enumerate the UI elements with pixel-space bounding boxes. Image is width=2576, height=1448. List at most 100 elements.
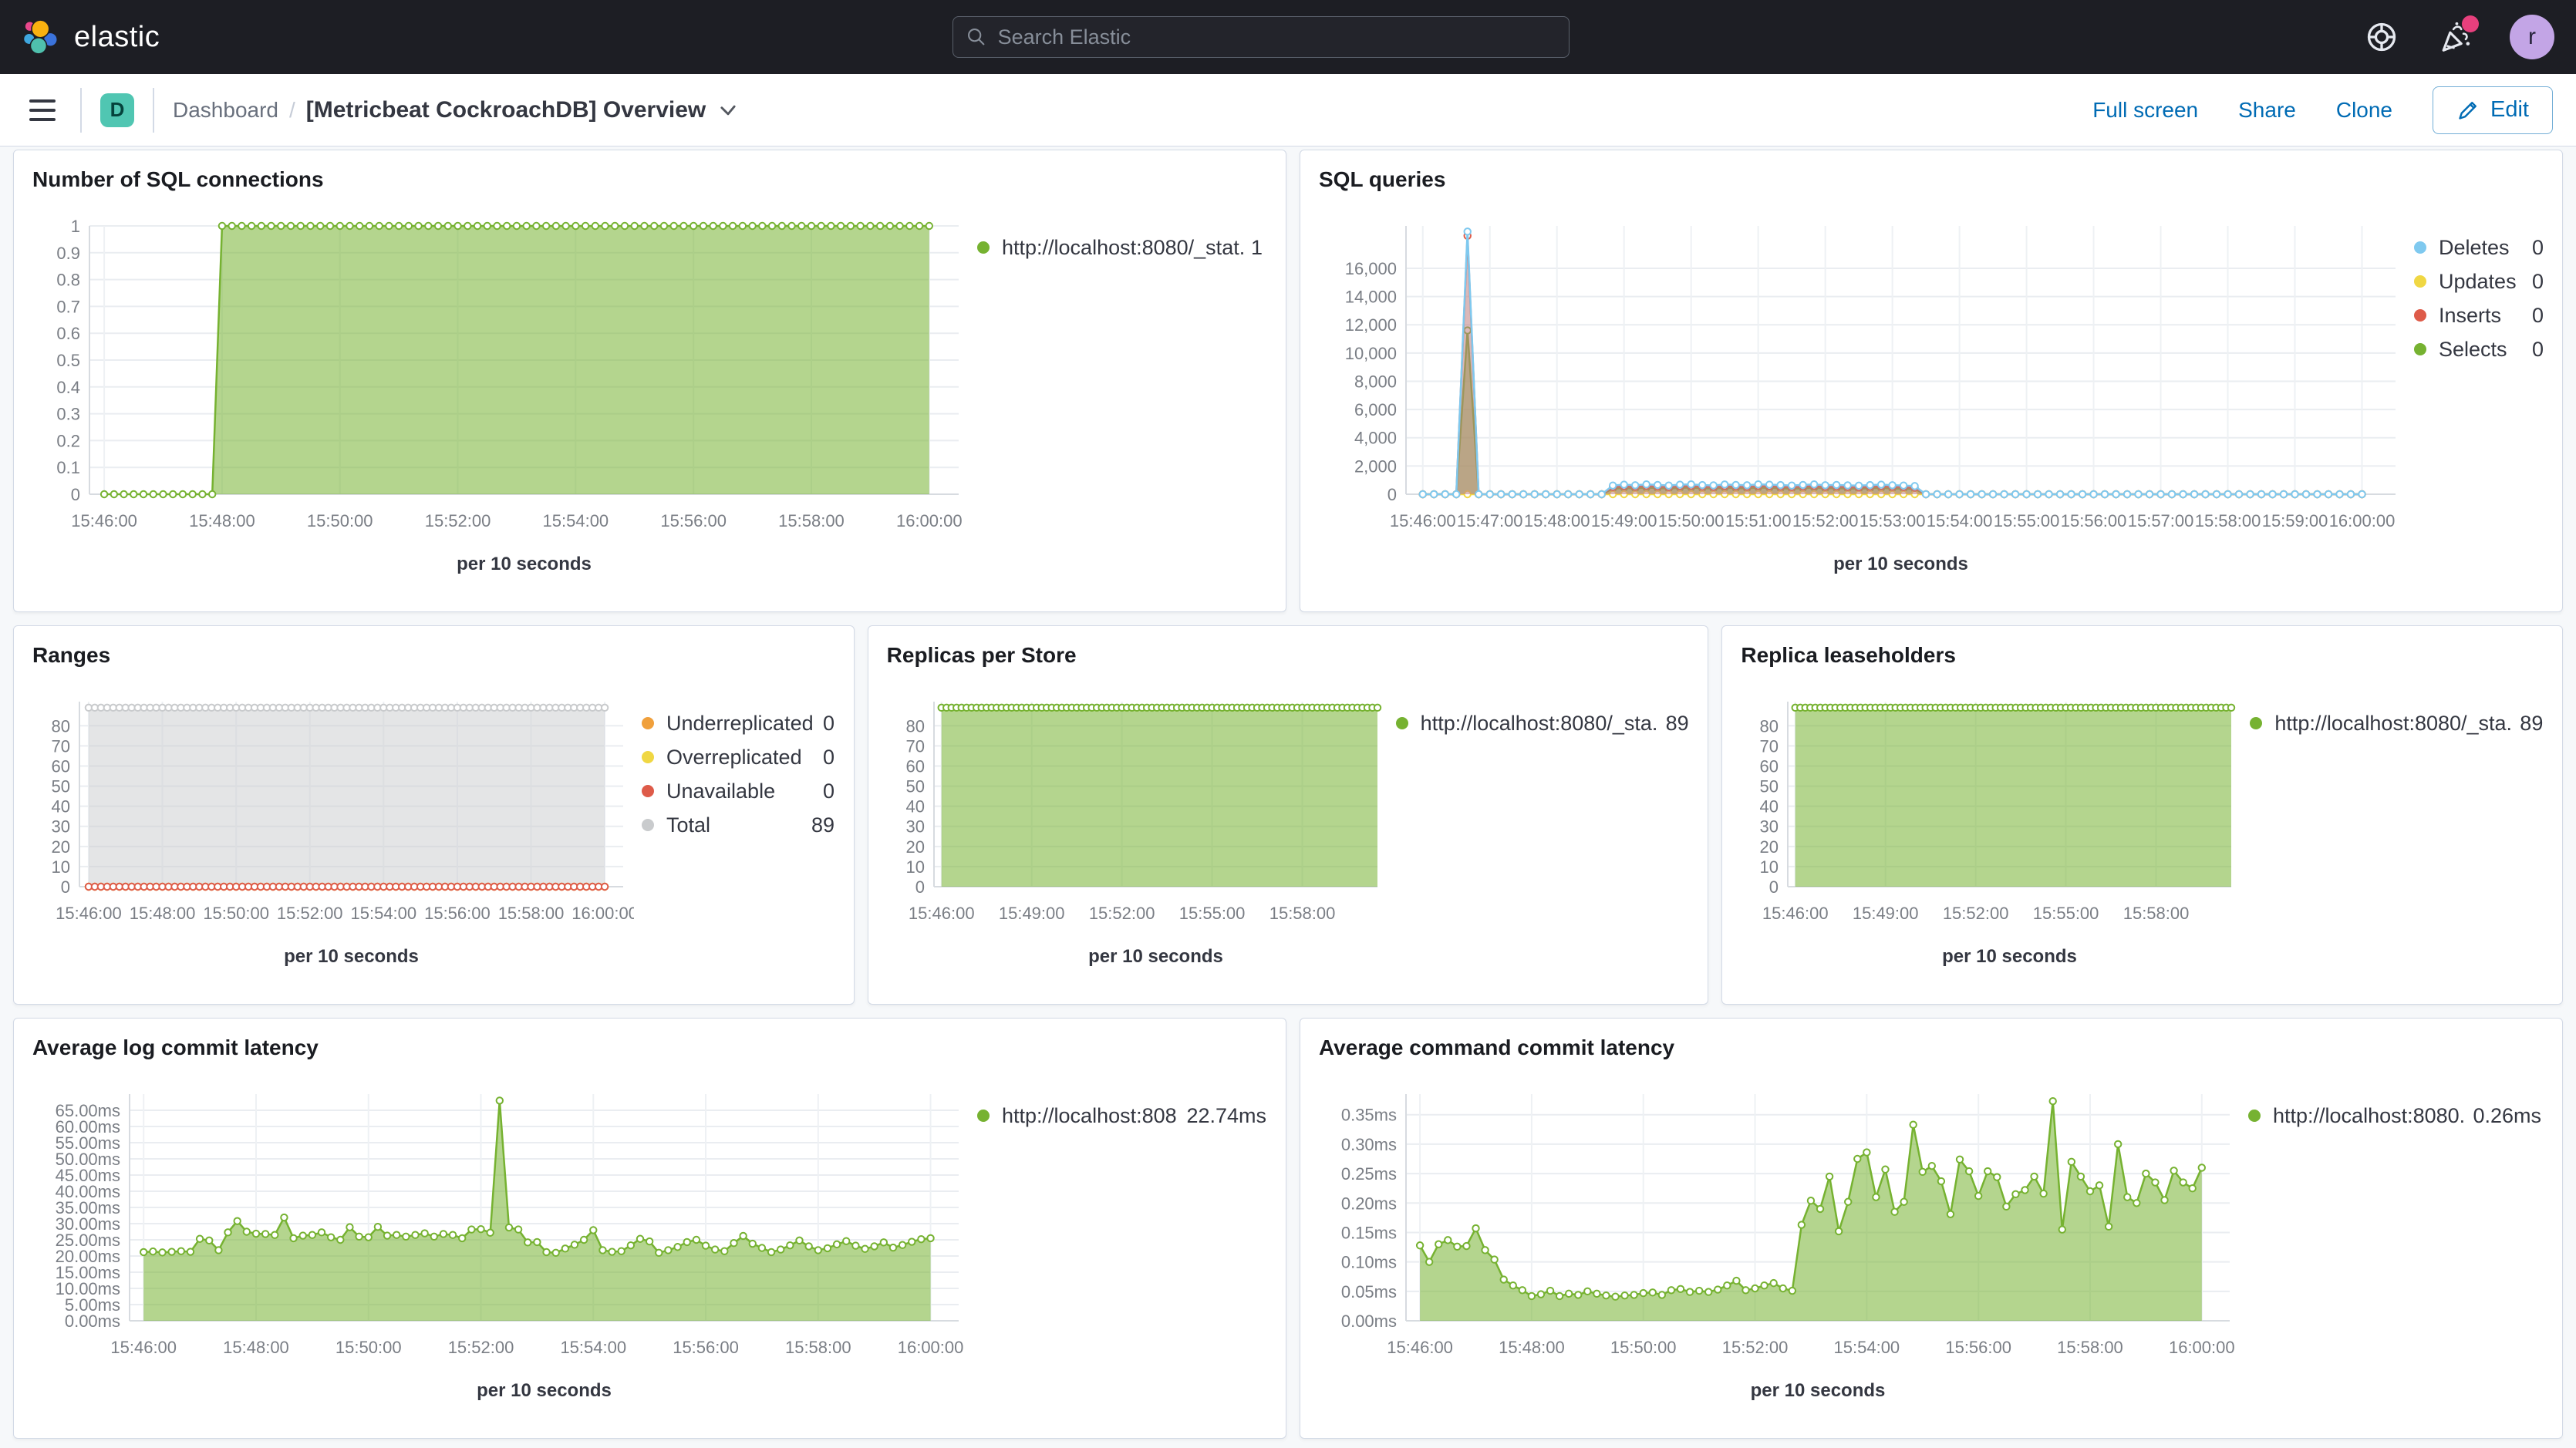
svg-text:15:57:00: 15:57:00 xyxy=(2128,511,2194,530)
svg-text:16:00:00: 16:00:00 xyxy=(2329,511,2396,530)
svg-text:16:00:00: 16:00:00 xyxy=(572,904,634,923)
legend-label: Unavailable xyxy=(666,780,775,803)
svg-text:15:52:00: 15:52:00 xyxy=(448,1338,514,1357)
legend-value: 22.74ms xyxy=(1178,1104,1266,1128)
legend-label: Overreplicated xyxy=(666,746,802,769)
svg-text:40: 40 xyxy=(1760,797,1779,817)
svg-text:15:54:00: 15:54:00 xyxy=(1834,1338,1900,1357)
svg-text:15:52:00: 15:52:00 xyxy=(425,511,491,530)
legend-value: 0.26ms xyxy=(2465,1104,2541,1128)
svg-text:15:46:00: 15:46:00 xyxy=(1762,904,1829,923)
chevron-down-icon[interactable] xyxy=(718,100,738,120)
share-button[interactable]: Share xyxy=(2238,98,2296,123)
svg-text:0.8: 0.8 xyxy=(56,271,80,290)
svg-text:15:56:00: 15:56:00 xyxy=(660,511,727,530)
search-input[interactable] xyxy=(998,25,1556,49)
legend-item[interactable]: Selects0 xyxy=(2414,332,2544,366)
legend-item[interactable]: http://localhost:8080...0.26ms xyxy=(2248,1099,2541,1133)
menu-button[interactable] xyxy=(23,93,62,127)
legend-item[interactable]: http://localhost:8080/_stat...1 xyxy=(977,231,1263,264)
breadcrumb-dashboard[interactable]: Dashboard xyxy=(173,98,278,123)
svg-text:15:48:00: 15:48:00 xyxy=(130,904,196,923)
svg-text:15:52:00: 15:52:00 xyxy=(1722,1338,1789,1357)
legend-item[interactable]: http://localhost:8080/_sta...89 xyxy=(1396,706,1689,740)
panel-title[interactable]: SQL queries xyxy=(1319,166,2544,194)
chart-command-commit-latency[interactable]: 0.00ms0.05ms0.10ms0.15ms0.20ms0.25ms0.30… xyxy=(1319,1063,2241,1412)
full-screen-button[interactable]: Full screen xyxy=(2092,98,2198,123)
dashboard-nav: D Dashboard / [Metricbeat CockroachDB] O… xyxy=(0,74,2576,146)
legend-label: http://localhost:8080/_sta... xyxy=(1421,712,1658,736)
legend-item[interactable]: Updates0 xyxy=(2414,264,2544,298)
svg-text:0.4: 0.4 xyxy=(56,378,80,397)
svg-text:15:58:00: 15:58:00 xyxy=(2195,511,2261,530)
svg-text:15:58:00: 15:58:00 xyxy=(2057,1338,2123,1357)
panel-title[interactable]: Replica leaseholders xyxy=(1741,641,2544,669)
search-icon xyxy=(966,26,987,48)
panel-title[interactable]: Ranges xyxy=(32,641,835,669)
legend-value: 0 xyxy=(2524,236,2544,260)
svg-text:per 10 seconds: per 10 seconds xyxy=(1088,946,1223,967)
svg-text:80: 80 xyxy=(905,716,924,736)
svg-text:4,000: 4,000 xyxy=(1354,429,1397,448)
svg-text:60: 60 xyxy=(52,756,70,776)
chart-replica-leaseholders[interactable]: 0102030405060708015:46:0015:49:0015:52:0… xyxy=(1741,671,2242,978)
legend-item[interactable]: Inserts0 xyxy=(2414,298,2544,332)
chart-replicas-per-store[interactable]: 0102030405060708015:46:0015:49:0015:52:0… xyxy=(887,671,1388,978)
panel-title[interactable]: Replicas per Store xyxy=(887,641,1690,669)
svg-text:15:48:00: 15:48:00 xyxy=(1524,511,1590,530)
clone-button[interactable]: Clone xyxy=(2336,98,2392,123)
space-badge[interactable]: D xyxy=(100,93,134,127)
legend-label: Updates xyxy=(2439,270,2517,294)
legend-label: Inserts xyxy=(2439,304,2501,328)
svg-text:0.7: 0.7 xyxy=(56,297,80,316)
legend-item[interactable]: Unavailable0 xyxy=(642,774,835,808)
help-button[interactable] xyxy=(2362,17,2402,57)
legend-item[interactable]: http://localhost:8080/_sta...89 xyxy=(2250,706,2543,740)
legend-value: 0 xyxy=(815,746,835,769)
svg-text:0: 0 xyxy=(71,485,80,504)
svg-text:50: 50 xyxy=(52,777,70,796)
svg-text:15:51:00: 15:51:00 xyxy=(1725,511,1792,530)
elastic-logo[interactable]: elastic xyxy=(22,17,160,57)
chart-legend: http://localhost:808...22.74ms xyxy=(977,1099,1266,1412)
panel-title[interactable]: Average log commit latency xyxy=(32,1034,1267,1062)
chart-sql-queries[interactable]: 02,0004,0006,0008,00010,00012,00014,0001… xyxy=(1319,195,2406,585)
svg-text:0.35ms: 0.35ms xyxy=(1341,1106,1397,1125)
legend-item[interactable]: http://localhost:808...22.74ms xyxy=(977,1099,1266,1133)
svg-text:15:54:00: 15:54:00 xyxy=(351,904,417,923)
panel-sql-queries: SQL queries 02,0004,0006,0008,00010,0001… xyxy=(1300,150,2563,612)
svg-text:per 10 seconds: per 10 seconds xyxy=(1751,1380,1886,1401)
legend-label: Total xyxy=(666,813,710,837)
chart-legend: http://localhost:8080/_stat...1 xyxy=(977,231,1263,585)
panel-title[interactable]: Average command commit latency xyxy=(1319,1034,2544,1062)
global-search[interactable] xyxy=(953,16,1570,58)
svg-text:8,000: 8,000 xyxy=(1354,372,1397,391)
legend-item[interactable]: Deletes0 xyxy=(2414,231,2544,264)
svg-text:15:58:00: 15:58:00 xyxy=(778,511,845,530)
svg-text:15:46:00: 15:46:00 xyxy=(71,511,137,530)
legend-item[interactable]: Underreplicated0 xyxy=(642,706,835,740)
legend-item[interactable]: Overreplicated 0 xyxy=(642,740,835,774)
svg-text:0.5: 0.5 xyxy=(56,351,80,370)
newsfeed-button[interactable] xyxy=(2436,17,2476,57)
svg-text:70: 70 xyxy=(905,736,924,756)
svg-text:15:54:00: 15:54:00 xyxy=(560,1338,626,1357)
panel-number-of-sql-connections: Number of SQL connections 00.10.20.30.40… xyxy=(13,150,1286,612)
chart-ranges[interactable]: 0102030405060708015:46:0015:48:0015:50:0… xyxy=(32,671,634,978)
svg-text:15:52:00: 15:52:00 xyxy=(277,904,343,923)
legend-item[interactable]: Total89 xyxy=(642,808,835,842)
svg-text:15:47:00: 15:47:00 xyxy=(1457,511,1523,530)
edit-button[interactable]: Edit xyxy=(2433,86,2553,134)
svg-text:15:50:00: 15:50:00 xyxy=(335,1338,402,1357)
legend-label: http://localhost:8080... xyxy=(2273,1104,2465,1128)
avatar[interactable]: r xyxy=(2510,15,2554,59)
chart-log-commit-latency[interactable]: 0.00ms5.00ms10.00ms15.00ms20.00ms25.00ms… xyxy=(32,1063,969,1412)
svg-text:50: 50 xyxy=(1760,777,1779,796)
panel-title[interactable]: Number of SQL connections xyxy=(32,166,1267,194)
chart-sql-connections[interactable]: 00.10.20.30.40.50.60.70.80.9115:46:0015:… xyxy=(32,195,969,585)
svg-text:15:54:00: 15:54:00 xyxy=(1927,511,1993,530)
svg-text:0.20ms: 0.20ms xyxy=(1341,1194,1397,1213)
svg-text:15:49:00: 15:49:00 xyxy=(1853,904,1919,923)
legend-label: Underreplicated xyxy=(666,712,814,736)
legend-dot xyxy=(2414,275,2426,288)
